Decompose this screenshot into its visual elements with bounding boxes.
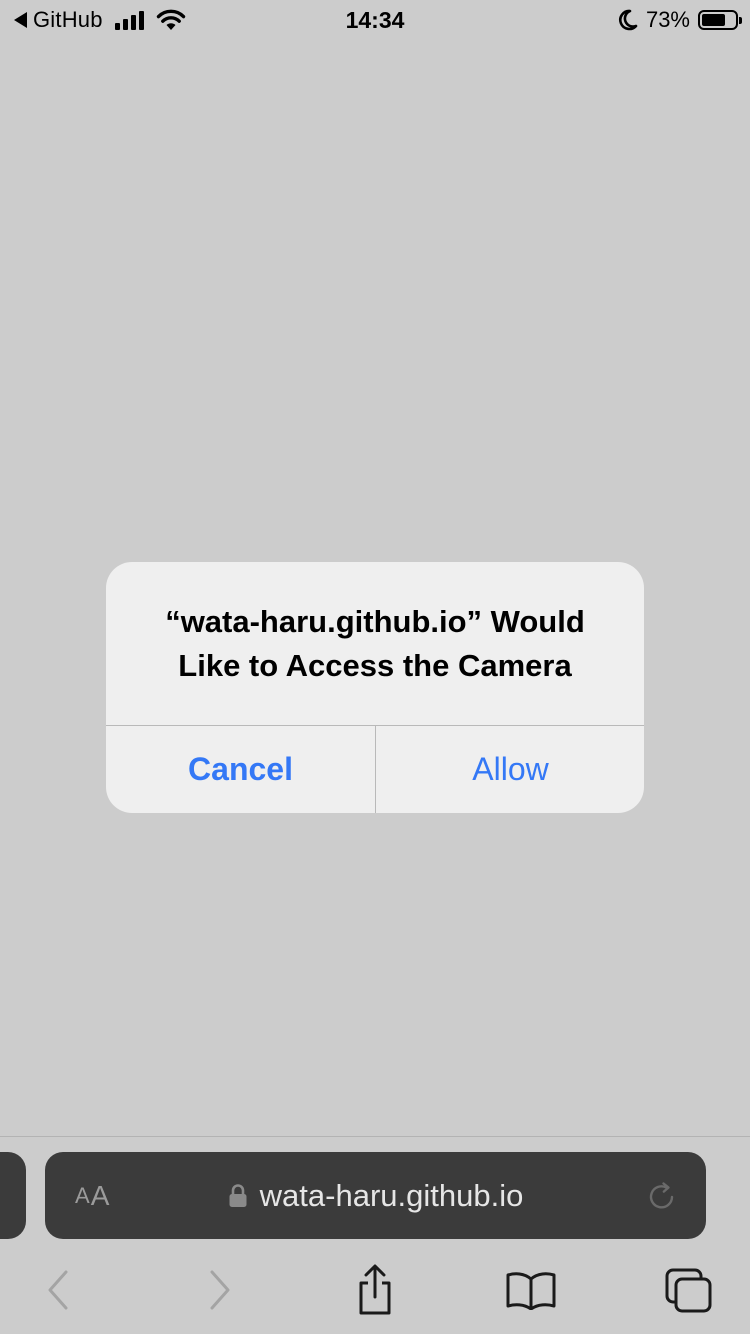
previous-tab-preview[interactable] <box>0 1152 26 1239</box>
share-button[interactable] <box>349 1262 401 1318</box>
camera-permission-alert: “wata-haru.github.io” Would Like to Acce… <box>106 562 644 813</box>
forward-button[interactable] <box>194 1262 246 1318</box>
reload-icon[interactable] <box>646 1180 678 1212</box>
allow-button[interactable]: Allow <box>376 726 644 813</box>
address-bar[interactable]: AA wata-haru.github.io <box>45 1152 706 1239</box>
alert-title: “wata-haru.github.io” Would Like to Acce… <box>165 604 585 683</box>
forward-chevron-icon <box>210 1270 230 1310</box>
tabs-icon <box>665 1268 712 1313</box>
back-chevron-icon <box>48 1270 68 1310</box>
url-text[interactable]: wata-haru.github.io <box>260 1178 524 1214</box>
status-bar: GitHub 14:34 73% <box>0 0 750 40</box>
lock-icon <box>229 1183 247 1207</box>
tabs-button[interactable] <box>663 1262 715 1318</box>
share-icon <box>359 1264 391 1315</box>
cancel-button[interactable]: Cancel <box>106 726 375 813</box>
bookmarks-button[interactable] <box>505 1262 557 1318</box>
bookmarks-icon <box>506 1272 556 1310</box>
toolbar-divider <box>0 1136 750 1137</box>
battery-percent: 73% <box>645 7 690 32</box>
do-not-disturb-moon-icon <box>618 9 638 31</box>
battery-icon <box>698 10 742 30</box>
back-button[interactable] <box>32 1262 84 1318</box>
